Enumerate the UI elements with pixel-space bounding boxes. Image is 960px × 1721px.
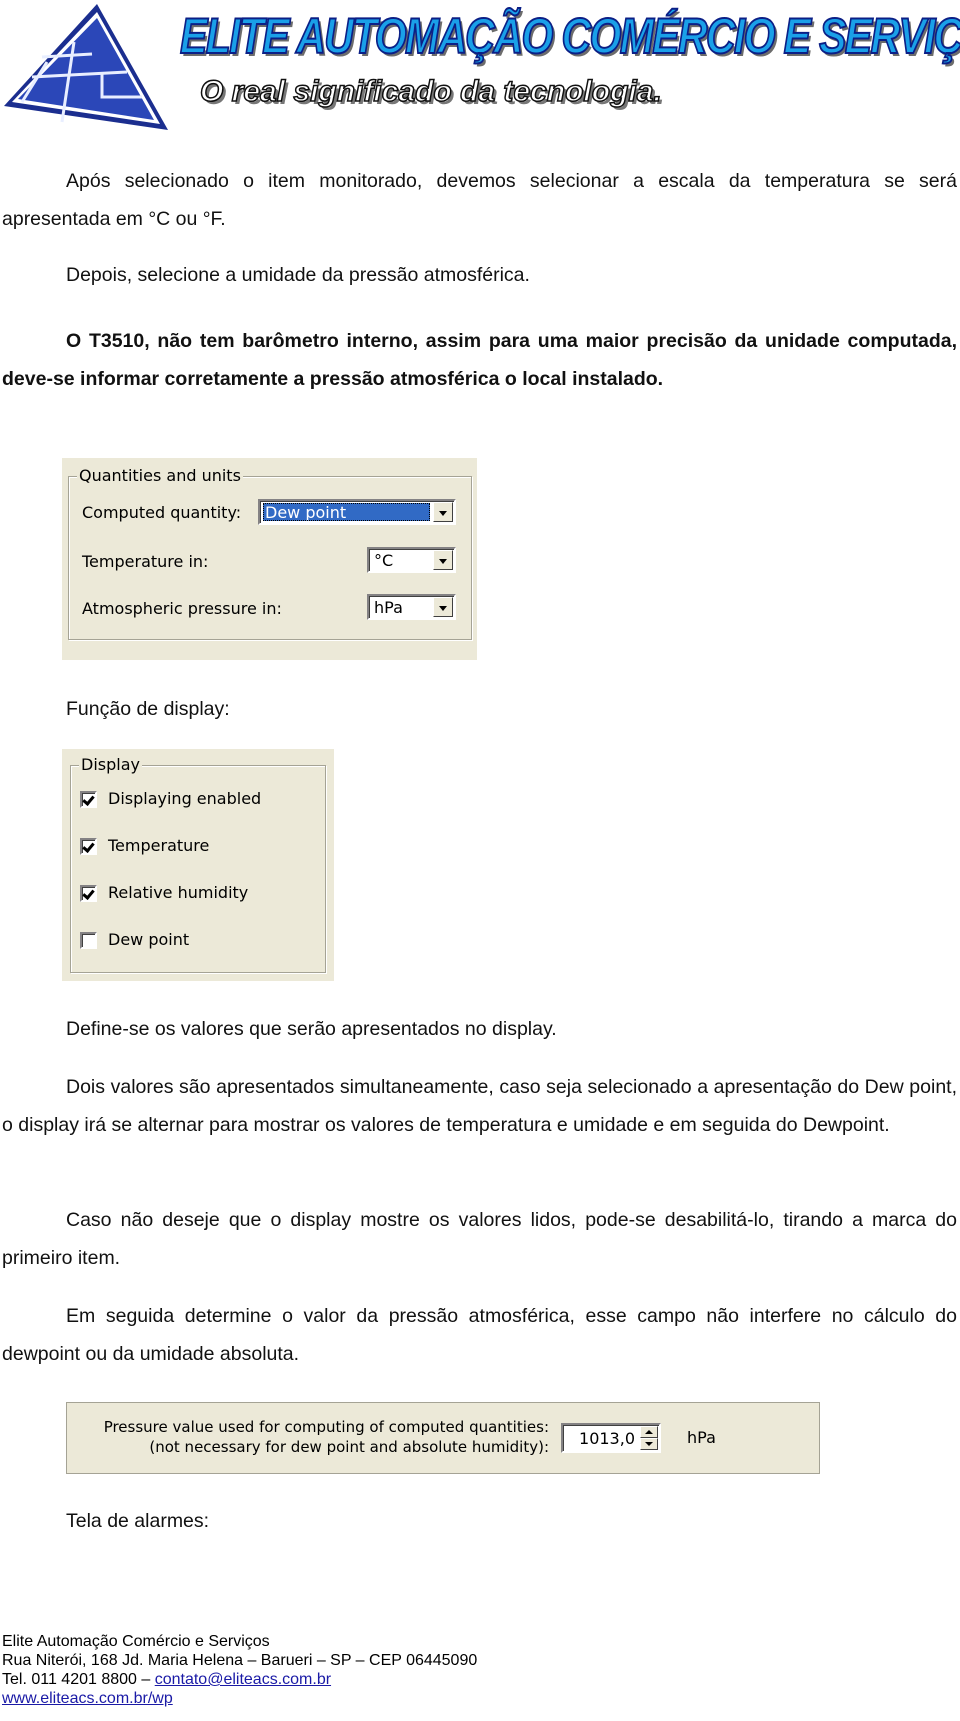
temperature-label: Temperature in: [82,552,209,571]
pressure-unit-value: hPa [374,598,403,617]
letterhead: ELITE AUTOMAÇÃO COMÉRCIO E SERVIÇOS O re… [0,0,960,135]
group-title: Quantities and units [77,466,243,486]
paragraph-display-function: Função de display: [2,691,957,729]
checkbox-label: Temperature [108,836,210,855]
paragraph-pressure-unit: Depois, selecione a umidade da pressão a… [2,257,957,295]
paragraph-two-values: Dois valores são apresentados simultanea… [2,1069,957,1144]
paragraph-disable-display: Caso não deseje que o display mostre os … [2,1202,957,1277]
footer-company: Elite Automação Comércio e Serviços [2,1633,270,1650]
chevron-down-icon[interactable] [433,550,453,570]
group-title: Display [79,755,142,775]
pressure-label-line1: Pressure value used for computing of com… [103,1418,549,1436]
pressure-unit-label: hPa [687,1428,716,1447]
checkbox-label: Displaying enabled [108,789,262,808]
computed-quantity-select[interactable]: Dew point [258,499,456,525]
paragraph-text: Em seguida determine o valor da pressão … [2,1305,957,1365]
paragraph-text: Define-se os valores que serão apresenta… [66,1018,557,1040]
paragraph-text: Função de display: [66,698,230,720]
paragraph-text: Depois, selecione a umidade da pressão a… [66,264,530,286]
pressure-value-spinner[interactable]: 1013,0 [561,1423,661,1453]
chevron-down-icon[interactable] [433,502,453,522]
checkbox-label: Relative humidity [108,883,249,902]
temperature-unit-select[interactable]: °C [367,547,456,573]
pressure-unit-select[interactable]: hPa [367,594,456,620]
temperature-unit-value: °C [374,551,394,570]
checkbox-checked-icon[interactable] [80,791,97,808]
paragraph-barometer-note: O T3510, não tem barômetro interno, assi… [2,323,957,398]
footer-email-link[interactable]: contato@eliteacs.com.br [155,1671,331,1688]
paragraph-text: Tela de alarmes: [66,1510,210,1532]
spin-up-icon[interactable] [640,1426,658,1438]
paragraph-alarm-screen: Tela de alarmes: [2,1503,957,1541]
chevron-down-icon[interactable] [433,597,453,617]
company-logo-icon [4,4,168,130]
checkbox-checked-icon[interactable] [80,838,97,855]
pressure-value-label: Pressure value used for computing of com… [104,1417,549,1457]
computed-quantity-label: Computed quantity: [82,503,242,522]
display-panel: Display Displaying enabled Temperature R… [62,749,334,981]
paragraph-define-values: Define-se os valores que serão apresenta… [2,1011,957,1049]
paragraph-text: Após selecionado o item monitorado, deve… [2,170,957,230]
checkbox-label: Dew point [108,930,190,949]
quantities-units-panel: Quantities and units Computed quantity: … [62,458,477,660]
footer-address: Rua Niterói, 168 Jd. Maria Helena – Baru… [2,1652,478,1669]
brand-title: ELITE AUTOMAÇÃO COMÉRCIO E SERVIÇOS [179,7,960,65]
checkbox-checked-icon[interactable] [80,885,97,902]
footer-phone: Tel. 011 4201 8800 – [2,1671,155,1688]
pressure-value-panel: Pressure value used for computing of com… [66,1402,820,1474]
paragraph-text: Caso não deseje que o display mostre os … [2,1209,957,1269]
paragraph-pressure-value: Em seguida determine o valor da pressão … [2,1298,957,1373]
pressure-label-line2: (not necessary for dew point and absolut… [149,1438,549,1456]
footer-contact: Tel. 011 4201 8800 – contato@eliteacs.co… [2,1670,477,1689]
computed-quantity-value: Dew point [263,503,430,522]
pressure-value-input[interactable]: 1013,0 [579,1429,635,1449]
footer-website-link[interactable]: www.eliteacs.com.br/wp [2,1690,173,1707]
pressure-label: Atmospheric pressure in: [82,599,282,618]
spin-down-icon[interactable] [640,1438,658,1450]
paragraph-text: O T3510, não tem barômetro interno, assi… [2,330,957,390]
brand-slogan: O real significado da tecnologia. [199,74,662,109]
paragraph-temperature-scale: Após selecionado o item monitorado, deve… [2,163,957,238]
footer: Elite Automação Comércio e Serviços Rua … [2,1632,477,1708]
paragraph-text: Dois valores são apresentados simultanea… [2,1076,957,1136]
checkbox-unchecked-icon[interactable] [80,932,97,949]
